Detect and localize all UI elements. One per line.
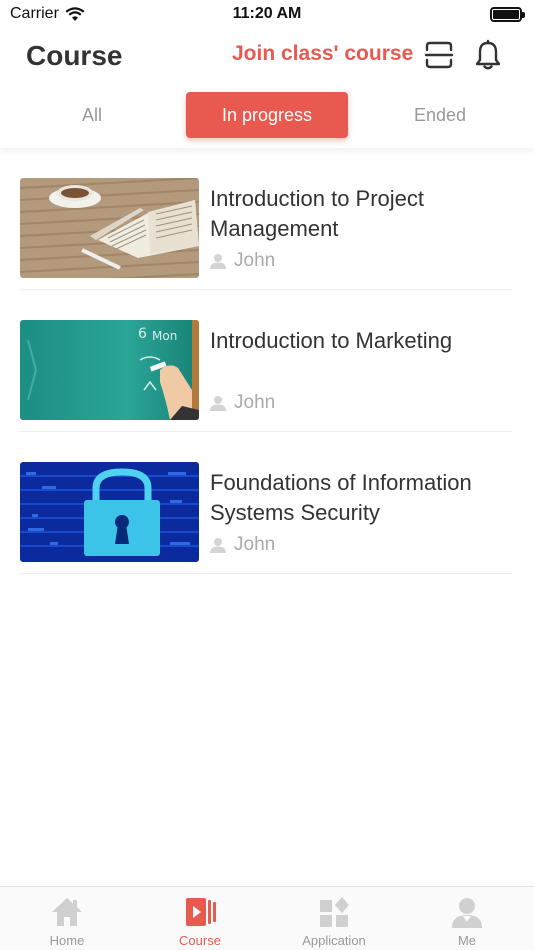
tab-all[interactable]: All — [42, 92, 142, 138]
carrier-label: Carrier — [10, 5, 59, 22]
status-bar: Carrier 11:20 AM — [0, 0, 534, 28]
nav-me[interactable]: Me — [417, 895, 517, 948]
scan-icon[interactable] — [424, 40, 454, 70]
course-title: Introduction to Project Management — [210, 186, 425, 241]
author-name: John — [234, 392, 276, 413]
tab-ended[interactable]: Ended — [390, 92, 490, 138]
course-icon — [186, 898, 216, 926]
page-title: Course — [26, 40, 123, 71]
person-icon — [210, 538, 226, 553]
course-title: Foundations of Information Systems Secur… — [210, 470, 472, 525]
svg-text:6: 6 — [138, 326, 147, 342]
course-item[interactable]: Foundations of Information Systems Secur… — [20, 432, 512, 574]
author-name: John — [234, 250, 276, 271]
nav-course-label: Course — [179, 933, 221, 948]
nav-course[interactable]: Course — [150, 895, 250, 948]
home-icon — [52, 898, 82, 926]
course-author: John — [210, 392, 275, 414]
course-item[interactable]: Introduction to Project Management John — [20, 148, 512, 290]
person-icon — [210, 254, 226, 269]
filter-tabs: All In progress Ended — [0, 86, 534, 148]
course-thumbnail-padlock — [20, 462, 199, 562]
svg-text:Mon: Mon — [152, 329, 177, 343]
user-icon — [452, 898, 482, 928]
course-thumbnail-chalkboard: 6 Mon — [20, 320, 199, 420]
nav-application[interactable]: Application — [284, 895, 384, 948]
course-thumbnail-book — [20, 178, 199, 278]
battery-icon — [490, 6, 525, 22]
application-icon — [320, 897, 349, 927]
nav-home[interactable]: Home — [17, 895, 117, 948]
nav-application-label: Application — [302, 933, 366, 948]
bottom-tab-bar: Home Course Application Me — [0, 886, 534, 950]
nav-home-label: Home — [49, 933, 85, 948]
course-title: Introduction to Marketing — [210, 328, 453, 353]
bell-icon[interactable] — [473, 39, 503, 71]
wifi-icon — [65, 6, 85, 21]
tab-in-progress[interactable]: In progress — [186, 92, 348, 138]
carrier-signal: Carrier — [10, 5, 85, 23]
person-icon — [210, 396, 226, 411]
header: Course Join class' course — [0, 28, 534, 84]
nav-me-label: Me — [457, 933, 477, 948]
course-author: John — [210, 250, 275, 272]
course-author: John — [210, 534, 275, 556]
join-class-course-link[interactable]: Join class' course — [232, 42, 413, 66]
course-item[interactable]: 6 Mon Introduction to Marketing John — [20, 290, 512, 432]
author-name: John — [234, 534, 276, 555]
